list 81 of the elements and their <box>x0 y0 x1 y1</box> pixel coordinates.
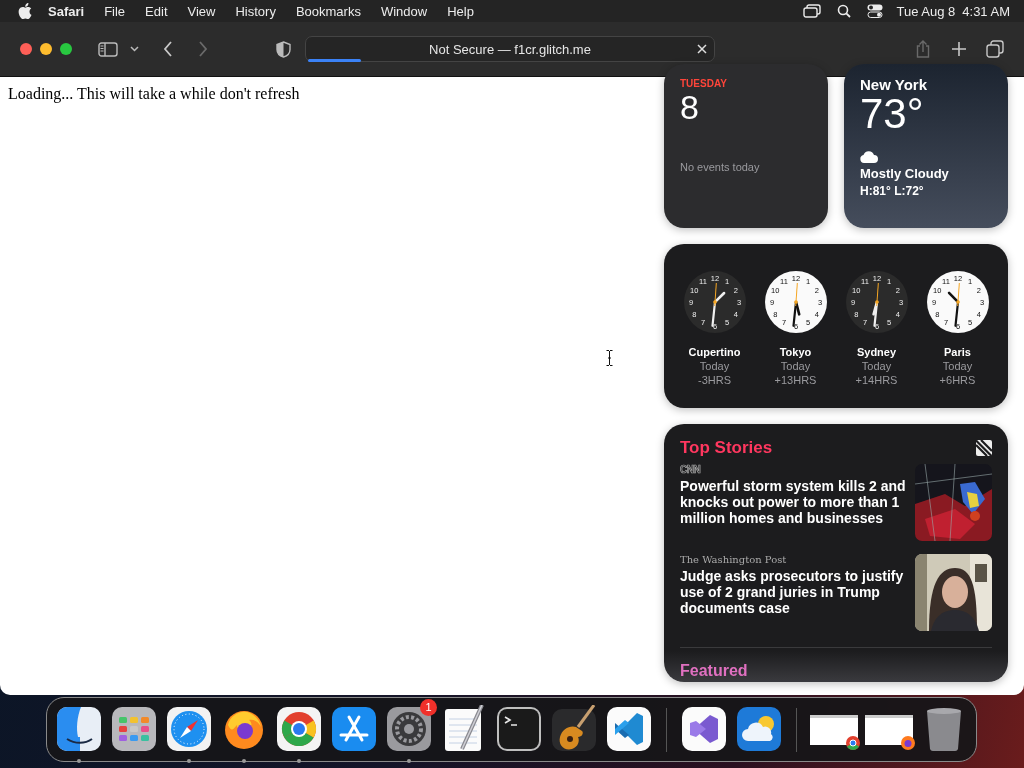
news-source: CNN <box>680 464 701 475</box>
app-badge-icon <box>901 735 915 750</box>
cloud-sun-icon[interactable] <box>735 704 783 753</box>
menu-item[interactable]: History <box>235 3 276 19</box>
news-section-title: Top Stories <box>680 438 773 458</box>
menu-item[interactable]: Edit <box>145 3 168 19</box>
menu-item[interactable]: Help <box>447 3 474 19</box>
striped-square-icon <box>976 440 992 456</box>
close-button[interactable] <box>20 43 32 55</box>
events-label: No events today <box>680 161 760 173</box>
terminal-prompt-icon[interactable] <box>495 704 543 753</box>
temperature-range: H:81° L:72° <box>860 184 924 198</box>
compass-icon[interactable] <box>165 704 213 753</box>
menu-item[interactable]: Window <box>380 3 428 19</box>
minimize-button[interactable] <box>40 43 52 55</box>
cloud-icon <box>860 151 878 163</box>
running-indicator <box>187 758 191 763</box>
menu-item[interactable]: View <box>187 3 216 19</box>
clock-hands <box>710 283 726 327</box>
news-widget[interactable] <box>664 424 1008 682</box>
day-number: 8 <box>680 89 699 125</box>
clock-city: Sydney <box>856 345 897 359</box>
guitar-icon[interactable] <box>550 704 598 753</box>
clock-city: Cupertino <box>688 345 741 359</box>
city-name: New York <box>860 76 927 93</box>
running-indicator <box>242 758 246 763</box>
clock-hands <box>791 283 801 327</box>
split-tile-icon[interactable] <box>55 704 103 753</box>
window-thumbnail[interactable] <box>810 714 858 745</box>
crossed-sticks-icon[interactable] <box>330 704 378 753</box>
running-indicator <box>297 758 301 763</box>
weather-condition: Mostly Cloudy <box>860 166 949 181</box>
window-thumbnail[interactable] <box>865 714 913 745</box>
twisted-ribbon-icon[interactable] <box>680 704 728 753</box>
menu-bar-date[interactable]: Tue Aug 8 <box>896 3 956 19</box>
clock-offset: -3HRS <box>698 373 731 387</box>
menu-bar-time[interactable]: 4:31 AM <box>962 3 1010 19</box>
apple-icon[interactable] <box>18 3 32 19</box>
clock-day: Today <box>699 359 730 373</box>
folded-ribbon-icon[interactable] <box>605 704 653 753</box>
text-cursor-icon <box>606 350 613 366</box>
zoom-button[interactable] <box>60 43 72 55</box>
news-source: The Washington Post <box>680 554 787 565</box>
clock-city: Paris <box>944 345 971 359</box>
two-rectangles-icon[interactable] <box>802 4 821 18</box>
clock-offset: +6HRS <box>939 373 976 387</box>
clock-city: Tokyo <box>779 345 812 359</box>
app-menu[interactable]: Safari <box>48 3 85 19</box>
menu-item[interactable]: File <box>104 3 126 19</box>
calendar-widget[interactable]: TUESDAY 8 No events today <box>664 64 828 228</box>
clock-offset: +14HRS <box>855 373 898 387</box>
clock-day: Today <box>780 359 811 373</box>
clock-day: Today <box>942 359 973 373</box>
gear-icon[interactable] <box>385 704 433 753</box>
plus-icon[interactable] <box>952 42 966 56</box>
news-headline[interactable]: Judge asks prosecutors to justify use of 2 grand juries in Trump documents case <box>680 568 908 616</box>
notification-badge: 1 <box>420 698 437 716</box>
news-headline[interactable]: Powerful storm system kills 2 and knocks out power to more than 1 million homes and businesses <box>680 478 908 526</box>
menu-item[interactable]: Bookmarks <box>295 3 361 19</box>
search-icon[interactable] <box>836 4 851 18</box>
clock-offset: +13HRS <box>774 373 817 387</box>
temperature: 73° <box>860 93 924 135</box>
toggle-switches-icon[interactable] <box>866 4 883 18</box>
app-grid-icon[interactable] <box>110 704 158 753</box>
chevron-down-icon[interactable] <box>130 46 139 52</box>
clock-day: Today <box>861 359 892 373</box>
weather-widget[interactable]: New York 73° Mostly Cloudy H:81° L:72° <box>844 64 1008 228</box>
back-icon[interactable] <box>163 41 173 57</box>
running-indicator <box>407 758 411 763</box>
tabs-overview-icon[interactable] <box>986 40 1004 58</box>
sidebar-icon[interactable] <box>98 41 118 57</box>
shield-icon[interactable] <box>276 40 291 58</box>
address-bar[interactable]: Not Secure — f1cr.glitch.me <box>305 36 715 62</box>
app-badge-icon <box>846 735 860 750</box>
news-section-title: Featured <box>680 662 748 679</box>
clock-hands <box>871 283 879 327</box>
loading-message: Loading... This will take a while don't refresh <box>8 85 300 102</box>
close-icon[interactable] <box>696 43 708 55</box>
clock-hands <box>946 283 960 327</box>
running-indicator <box>77 758 81 763</box>
weekday-label: TUESDAY <box>680 78 727 89</box>
